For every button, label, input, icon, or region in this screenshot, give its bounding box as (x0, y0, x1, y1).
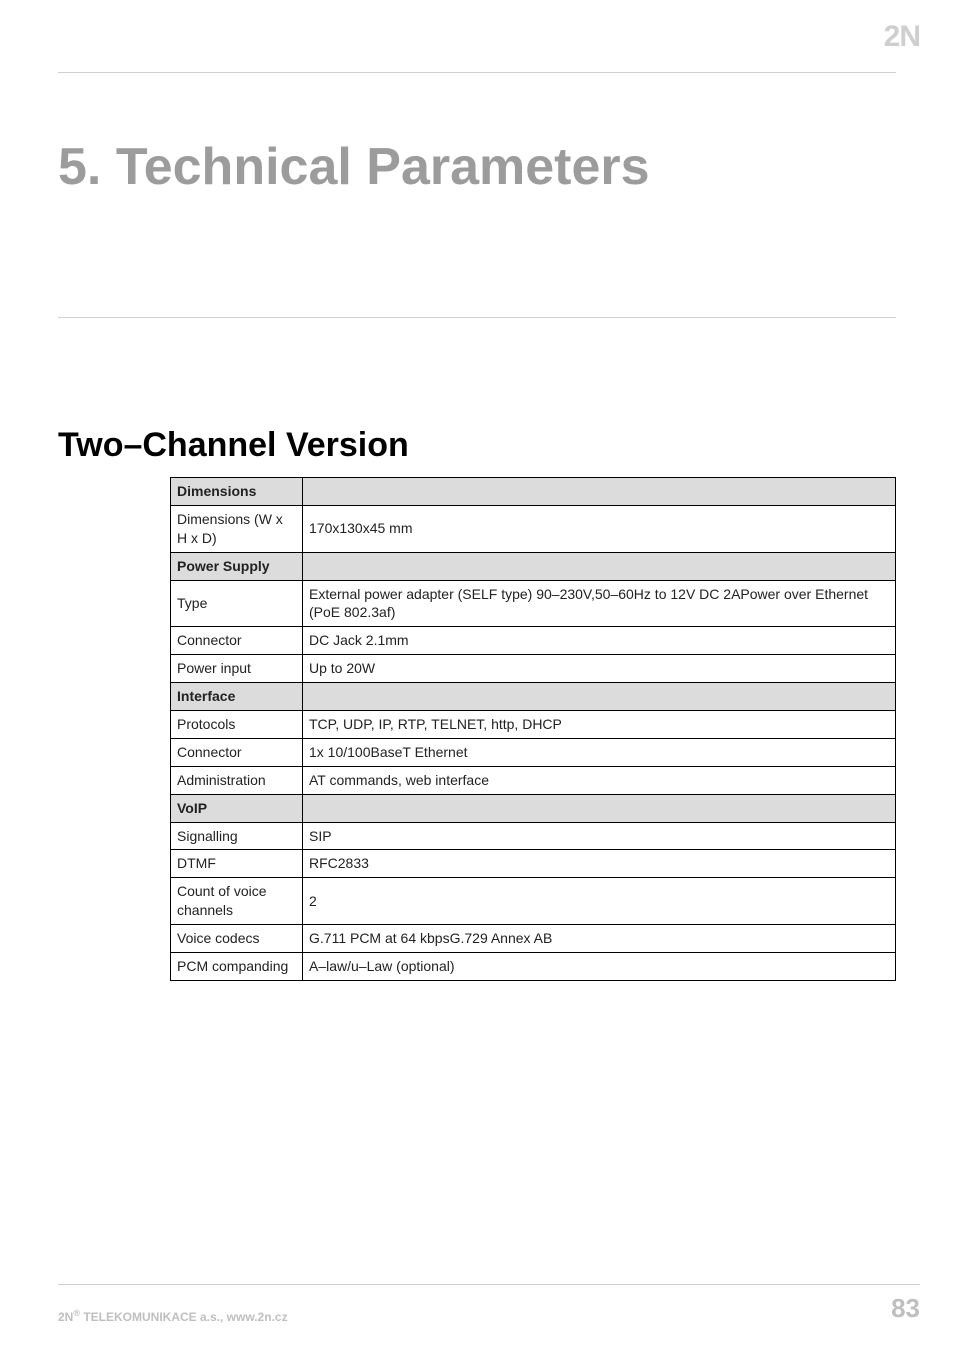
table-row: ConnectorDC Jack 2.1mm (171, 627, 896, 655)
footer-company: TELEKOMUNIKACE a.s., www.2n.cz (80, 1310, 288, 1324)
table-group-header: Dimensions (171, 478, 896, 506)
table-row: PCM compandingA–law/u–Law (optional) (171, 953, 896, 981)
group-header-spacer (303, 478, 896, 506)
row-key: Count of voice channels (171, 878, 303, 925)
row-key: Protocols (171, 711, 303, 739)
page-number: 83 (891, 1293, 920, 1324)
row-value: 1x 10/100BaseT Ethernet (303, 738, 896, 766)
row-key: Voice codecs (171, 925, 303, 953)
row-value: 2 (303, 878, 896, 925)
table-row: SignallingSIP (171, 822, 896, 850)
row-value: AT commands, web interface (303, 766, 896, 794)
table-row: ProtocolsTCP, UDP, IP, RTP, TELNET, http… (171, 711, 896, 739)
brand-logo-text: 2N (884, 20, 920, 53)
group-header-label: Dimensions (171, 478, 303, 506)
specs-table-body: DimensionsDimensions (W x H x D)170x130x… (171, 478, 896, 981)
page: 2N 5. Technical Parameters Two–Channel V… (0, 0, 954, 1350)
specs-table: DimensionsDimensions (W x H x D)170x130x… (170, 477, 896, 981)
footer-left: 2N® TELEKOMUNIKACE a.s., www.2n.cz (58, 1308, 288, 1324)
table-row: AdministrationAT commands, web interface (171, 766, 896, 794)
table-row: TypeExternal power adapter (SELF type) 9… (171, 580, 896, 627)
group-header-label: VoIP (171, 794, 303, 822)
chapter-rule (58, 317, 896, 318)
row-value: A–law/u–Law (optional) (303, 953, 896, 981)
row-value: External power adapter (SELF type) 90–23… (303, 580, 896, 627)
row-value: G.711 PCM at 64 kbpsG.729 Annex AB (303, 925, 896, 953)
table-group-header: VoIP (171, 794, 896, 822)
row-key: Connector (171, 738, 303, 766)
row-value: SIP (303, 822, 896, 850)
table-row: DTMFRFC2833 (171, 850, 896, 878)
row-key: PCM companding (171, 953, 303, 981)
page-footer: 2N® TELEKOMUNIKACE a.s., www.2n.cz 83 (58, 1284, 920, 1324)
row-key: Type (171, 580, 303, 627)
row-value: RFC2833 (303, 850, 896, 878)
footer-brand: 2N (58, 1310, 73, 1324)
table-row: Count of voice channels2 (171, 878, 896, 925)
section-title: Two–Channel Version (58, 426, 896, 465)
chapter-title: 5. Technical Parameters (58, 137, 896, 197)
table-row: Power inputUp to 20W (171, 655, 896, 683)
row-value: TCP, UDP, IP, RTP, TELNET, http, DHCP (303, 711, 896, 739)
group-header-label: Power Supply (171, 552, 303, 580)
brand-logo: 2N (884, 20, 920, 54)
group-header-label: Interface (171, 683, 303, 711)
table-group-header: Interface (171, 683, 896, 711)
row-key: DTMF (171, 850, 303, 878)
group-header-spacer (303, 683, 896, 711)
table-row: Voice codecsG.711 PCM at 64 kbpsG.729 An… (171, 925, 896, 953)
row-key: Administration (171, 766, 303, 794)
row-key: Dimensions (W x H x D) (171, 505, 303, 552)
table-row: Dimensions (W x H x D)170x130x45 mm (171, 505, 896, 552)
row-key: Power input (171, 655, 303, 683)
table-row: Connector1x 10/100BaseT Ethernet (171, 738, 896, 766)
footer-reg: ® (73, 1308, 80, 1318)
group-header-spacer (303, 552, 896, 580)
row-value: DC Jack 2.1mm (303, 627, 896, 655)
row-value: Up to 20W (303, 655, 896, 683)
row-key: Connector (171, 627, 303, 655)
specs-table-wrap: DimensionsDimensions (W x H x D)170x130x… (170, 477, 896, 981)
table-group-header: Power Supply (171, 552, 896, 580)
row-value: 170x130x45 mm (303, 505, 896, 552)
row-key: Signalling (171, 822, 303, 850)
header-rule (58, 72, 896, 73)
group-header-spacer (303, 794, 896, 822)
